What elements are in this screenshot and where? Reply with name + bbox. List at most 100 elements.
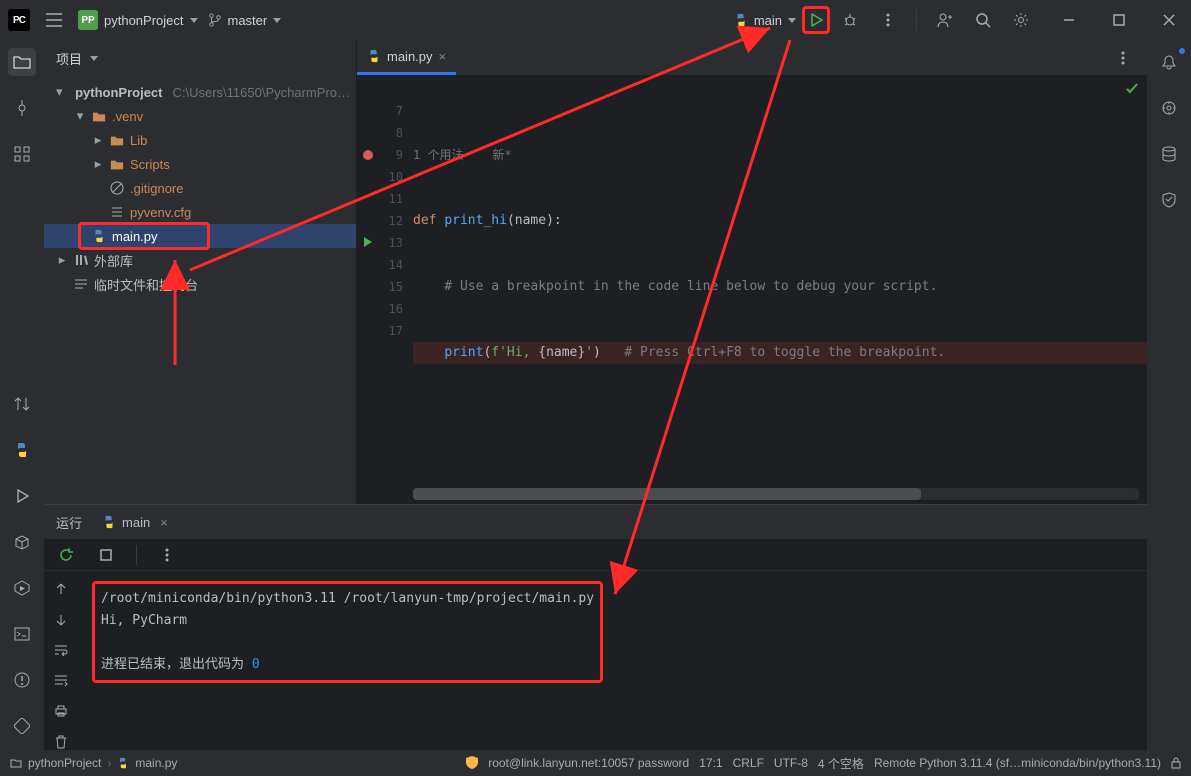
scroll-to-end-button[interactable] bbox=[47, 673, 75, 690]
close-tab-button[interactable]: × bbox=[160, 515, 168, 530]
notifications-button[interactable] bbox=[1155, 48, 1183, 76]
up-stack-button[interactable] bbox=[47, 581, 75, 598]
tree-scripts[interactable]: ▸ Scripts bbox=[44, 152, 356, 176]
run-panel-header: 运行 main × bbox=[44, 505, 1147, 539]
editor-gutter: 7 8 9 10 11 12 13 14 15 16 17 bbox=[357, 76, 413, 486]
tool-run-button[interactable] bbox=[8, 482, 36, 510]
main-menu-icon[interactable] bbox=[40, 6, 68, 34]
maximize-button[interactable] bbox=[1105, 6, 1133, 34]
tree-gitignore[interactable]: .gitignore bbox=[44, 176, 356, 200]
line-separator[interactable]: CRLF bbox=[733, 756, 764, 770]
wrap-icon bbox=[54, 644, 68, 656]
tree-main-py[interactable]: main.py bbox=[44, 224, 356, 248]
settings-button[interactable] bbox=[1007, 6, 1035, 34]
tree-pyvenv-cfg[interactable]: pyvenv.cfg bbox=[44, 200, 356, 224]
clear-all-button[interactable] bbox=[47, 734, 75, 751]
close-window-button[interactable] bbox=[1155, 6, 1183, 34]
debug-button[interactable] bbox=[836, 6, 864, 34]
tool-problems-button[interactable] bbox=[8, 666, 36, 694]
close-tab-button[interactable]: × bbox=[439, 49, 447, 64]
print-button[interactable] bbox=[47, 703, 75, 720]
tool-structure-button[interactable] bbox=[8, 140, 36, 168]
soft-wrap-button[interactable] bbox=[47, 642, 75, 659]
tool-vcs-button[interactable] bbox=[8, 712, 36, 740]
close-icon bbox=[1163, 14, 1175, 26]
run-tab-main[interactable]: main × bbox=[94, 508, 176, 536]
tool-terminal-button[interactable] bbox=[8, 620, 36, 648]
center-column: 项目 ▾ pythonProject C:\Users\11650\Pychar… bbox=[44, 40, 1147, 750]
project-header[interactable]: 项目 bbox=[44, 40, 356, 76]
run-panel: 运行 main × bbox=[44, 504, 1147, 750]
tree-scratches[interactable]: 临时文件和控制台 bbox=[44, 272, 356, 296]
gutter-run-icon[interactable] bbox=[363, 237, 373, 247]
run-output[interactable]: /root/miniconda/bin/python3.11 /root/lan… bbox=[78, 571, 1147, 750]
tool-git-button[interactable] bbox=[8, 390, 36, 418]
search-everywhere-button[interactable] bbox=[969, 6, 997, 34]
editor-horizontal-scrollbar[interactable] bbox=[413, 488, 1139, 500]
tree-external-libs[interactable]: ▸ 外部库 bbox=[44, 248, 356, 272]
breadcrumb[interactable]: pythonProject › main.py bbox=[10, 756, 177, 770]
down-stack-button[interactable] bbox=[47, 612, 75, 629]
arrows-icon bbox=[14, 396, 30, 412]
python-interpreter[interactable]: Remote Python 3.11.4 (sf…miniconda/bin/p… bbox=[874, 756, 1161, 770]
indent-setting[interactable]: 4 个空格 bbox=[818, 755, 864, 772]
crumb-project: pythonProject bbox=[28, 756, 101, 770]
code-with-me-button[interactable] bbox=[931, 6, 959, 34]
run-side-toolbar bbox=[44, 571, 78, 750]
code-area[interactable]: 1 个用法 新* def print_hi(name): # Use a bre… bbox=[413, 76, 1147, 486]
tool-python-packages-button[interactable] bbox=[8, 528, 36, 556]
tree-lib[interactable]: ▸ Lib bbox=[44, 128, 356, 152]
file-encoding[interactable]: UTF-8 bbox=[774, 756, 808, 770]
trash-icon bbox=[55, 735, 67, 749]
stop-button[interactable] bbox=[92, 541, 120, 569]
arrow-up-icon bbox=[55, 583, 67, 595]
tree-venv[interactable]: ▾ .venv bbox=[44, 104, 356, 128]
tree-venv-label: .venv bbox=[112, 109, 143, 124]
crumb-file: main.py bbox=[135, 756, 177, 770]
remote-status-label[interactable]: root@link.lanyun.net:10057 password bbox=[488, 756, 689, 770]
arrow-down-icon bbox=[55, 614, 67, 626]
tool-commit-button[interactable] bbox=[8, 94, 36, 122]
gear-icon bbox=[1013, 12, 1029, 28]
tree-item-label: pyvenv.cfg bbox=[130, 205, 191, 220]
kebab-icon bbox=[165, 548, 169, 562]
run-button[interactable] bbox=[802, 6, 830, 34]
run-toolbar-more-button[interactable] bbox=[153, 541, 181, 569]
tree-item-label: .gitignore bbox=[130, 181, 183, 196]
run-panel-title: 运行 bbox=[56, 513, 82, 532]
tool-project-button[interactable] bbox=[8, 48, 36, 76]
editor-tabs-more-button[interactable] bbox=[1109, 44, 1137, 72]
vcs-branch-dropdown[interactable]: master bbox=[208, 13, 282, 28]
branch-label: master bbox=[228, 13, 268, 28]
more-button[interactable] bbox=[874, 6, 902, 34]
python-icon bbox=[102, 515, 116, 529]
project-dropdown[interactable]: PP pythonProject bbox=[78, 10, 198, 30]
scrollbar-thumb[interactable] bbox=[413, 488, 921, 500]
tool-python-console-button[interactable] bbox=[8, 436, 36, 464]
breakpoint-icon[interactable] bbox=[363, 150, 373, 160]
separator bbox=[916, 10, 917, 30]
tool-services-button[interactable] bbox=[8, 574, 36, 602]
cursor-position[interactable]: 17:1 bbox=[699, 756, 722, 770]
editor-tab-main[interactable]: main.py × bbox=[357, 40, 456, 75]
project-pane: 项目 ▾ pythonProject C:\Users\11650\Pychar… bbox=[44, 40, 357, 504]
workspace-upper: 项目 ▾ pythonProject C:\Users\11650\Pychar… bbox=[44, 40, 1147, 504]
play-icon bbox=[809, 13, 823, 27]
tree-root[interactable]: ▾ pythonProject C:\Users\11650\PycharmPr… bbox=[44, 80, 356, 104]
chevron-right-icon: ▸ bbox=[92, 132, 104, 148]
database-button[interactable] bbox=[1155, 140, 1183, 168]
remote-status-icon[interactable] bbox=[466, 756, 478, 770]
run-config-dropdown[interactable]: main bbox=[734, 13, 796, 28]
folder-icon bbox=[110, 157, 124, 171]
coverage-button[interactable] bbox=[1155, 186, 1183, 214]
minimize-button[interactable] bbox=[1055, 6, 1083, 34]
commit-icon bbox=[14, 100, 30, 116]
readonly-icon[interactable] bbox=[1171, 757, 1181, 769]
ai-chat-button[interactable] bbox=[1155, 94, 1183, 122]
rerun-button[interactable] bbox=[52, 541, 80, 569]
package-icon bbox=[14, 534, 30, 550]
inspection-ok-icon[interactable] bbox=[1125, 82, 1139, 96]
editor-body[interactable]: 7 8 9 10 11 12 13 14 15 16 17 1 个 bbox=[357, 76, 1147, 486]
chevron-down-icon: ▾ bbox=[56, 84, 63, 100]
run-body: /root/miniconda/bin/python3.11 /root/lan… bbox=[44, 571, 1147, 750]
